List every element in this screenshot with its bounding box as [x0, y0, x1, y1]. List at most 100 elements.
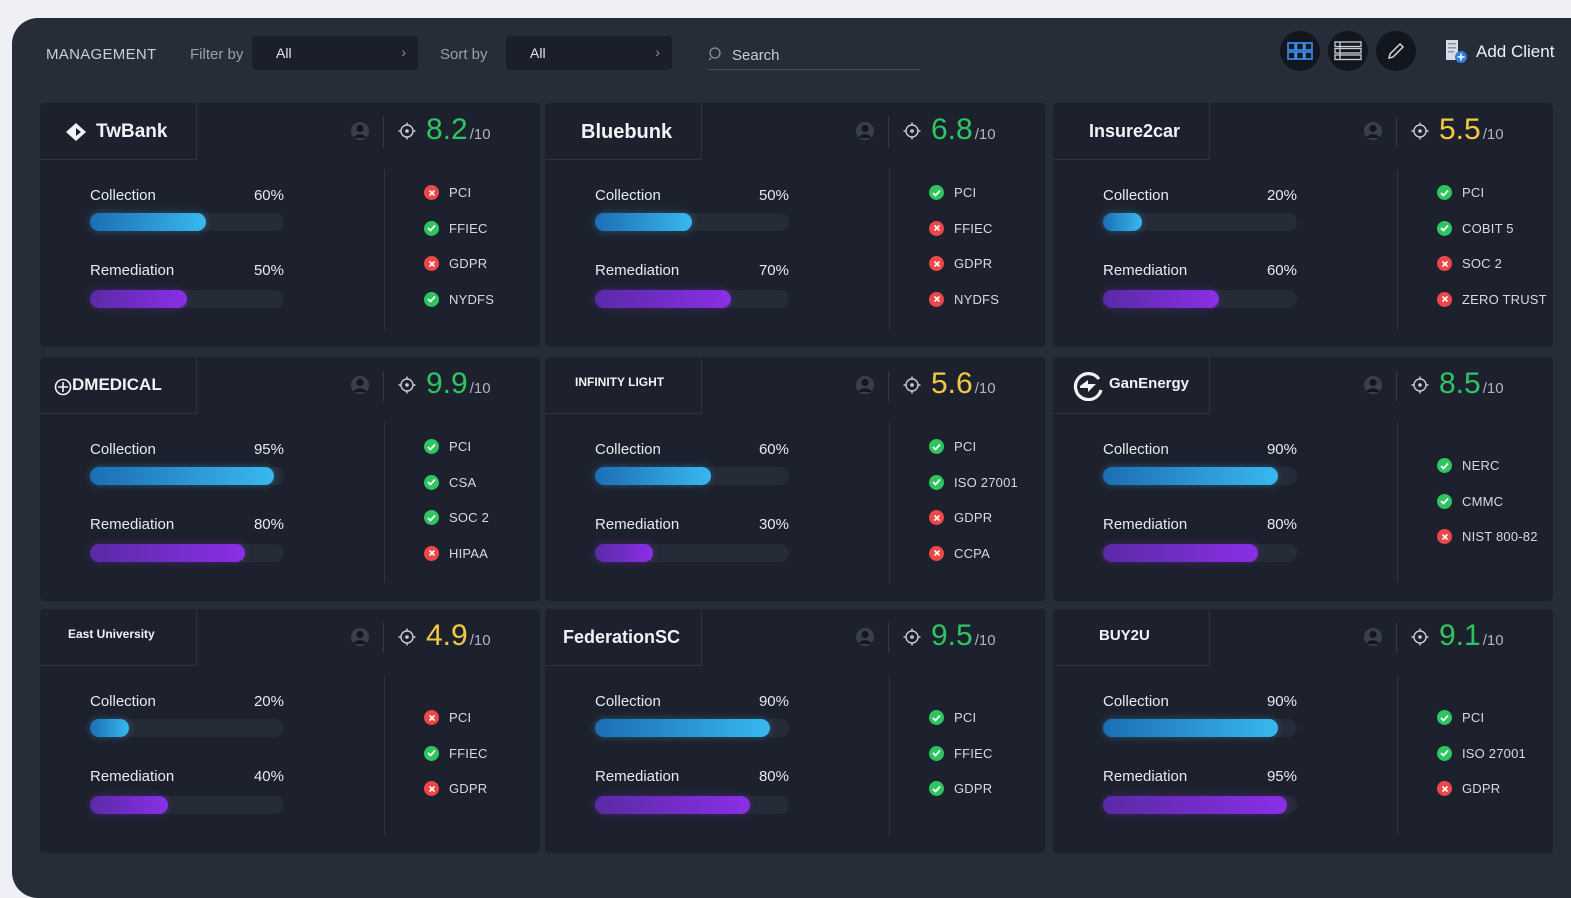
- client-logo: BUY2U: [1053, 609, 1210, 666]
- score-value: 9.1: [1439, 619, 1481, 652]
- client-logo-text: DMEDICAL: [72, 375, 162, 394]
- collection-progress-fill: [90, 719, 129, 737]
- client-logo-text: GanEnergy: [1109, 375, 1190, 392]
- framework-name: FFIEC: [449, 220, 488, 236]
- framework-name: NERC: [1462, 458, 1500, 473]
- user-avatar-icon[interactable]: [1364, 375, 1382, 395]
- client-card[interactable]: TwBank 8.2/10 Collection 60% Remediation…: [40, 103, 540, 347]
- remediation-label: Remediation: [90, 516, 175, 533]
- collection-label: Collection: [595, 187, 661, 204]
- header-divider: [383, 623, 384, 653]
- check-circle-icon: [1437, 745, 1452, 761]
- score-value: 9.9: [426, 367, 468, 400]
- add-client-button[interactable]: Add Client: [1444, 38, 1554, 66]
- collection-progress-bar: [595, 213, 789, 231]
- remediation-label: Remediation: [1103, 262, 1188, 279]
- framework-item: CCPA: [929, 545, 990, 561]
- client-logo-text: East University: [68, 627, 155, 641]
- framework-item: CSA: [424, 474, 477, 490]
- user-avatar-icon[interactable]: [351, 627, 369, 647]
- framework-item: FFIEC: [929, 745, 993, 761]
- framework-name: GDPR: [954, 510, 993, 525]
- framework-name: SOC 2: [449, 510, 490, 525]
- remediation-label: Remediation: [595, 516, 680, 533]
- client-card[interactable]: East University 4.9/10 Collection 20% Re…: [40, 609, 540, 853]
- grid-view-button[interactable]: [1280, 31, 1320, 71]
- remediation-progress-bar: [90, 290, 284, 308]
- sort-select[interactable]: All ›: [506, 36, 672, 70]
- framework-name: FFIEC: [954, 220, 993, 236]
- check-circle-icon: [929, 185, 944, 200]
- search-icon: [708, 47, 721, 61]
- x-circle-icon: [1437, 291, 1452, 307]
- framework-name: HIPAA: [449, 545, 489, 561]
- client-card[interactable]: Bluebunk 6.8/10 Collection 50% Remediati…: [545, 103, 1045, 347]
- user-avatar-icon[interactable]: [1364, 627, 1382, 647]
- client-card[interactable]: FederationSC 9.5/10 Collection 90% Remed…: [545, 609, 1045, 853]
- collection-percent: 60%: [253, 187, 284, 204]
- list-view-button[interactable]: [1328, 31, 1368, 71]
- score-suffix: /10: [974, 632, 996, 649]
- framework-name: PCI: [449, 710, 472, 725]
- security-score: 4.9/10: [426, 619, 491, 653]
- collection-label: Collection: [1103, 187, 1169, 204]
- security-score: 5.5/10: [1439, 113, 1504, 147]
- header-divider: [888, 117, 889, 147]
- remediation-progress-fill: [90, 544, 246, 562]
- collection-percent: 90%: [758, 693, 789, 710]
- collection-percent: 20%: [253, 693, 284, 710]
- client-card[interactable]: GanEnergy 8.5/10 Collection 90% Remediat…: [1053, 357, 1553, 601]
- user-avatar-icon[interactable]: [856, 375, 874, 395]
- remediation-progress-fill: [1103, 544, 1259, 562]
- user-avatar-icon[interactable]: [1364, 121, 1382, 141]
- user-avatar-icon[interactable]: [856, 627, 874, 647]
- remediation-percent: 30%: [758, 516, 789, 533]
- check-circle-icon: [929, 745, 944, 761]
- framework-name: CCPA: [954, 545, 990, 561]
- collection-progress-fill: [1103, 213, 1142, 231]
- filter-select[interactable]: All ›: [252, 36, 418, 70]
- collection-progress-bar: [90, 719, 284, 737]
- target-icon: [398, 376, 416, 394]
- card-divider: [1397, 423, 1398, 583]
- collection-label: Collection: [90, 693, 156, 710]
- framework-name: CSA: [449, 474, 477, 490]
- client-card[interactable]: Insure2car 5.5/10 Collection 20% Remedia…: [1053, 103, 1553, 347]
- framework-name: FFIEC: [954, 745, 993, 761]
- user-avatar-icon[interactable]: [351, 121, 369, 141]
- framework-item: HIPAA: [424, 545, 489, 561]
- framework-item: NYDFS: [929, 291, 1000, 307]
- grid-icon: [1287, 42, 1313, 60]
- client-card[interactable]: DMEDICAL 9.9/10 Collection 95% Remediati…: [40, 357, 540, 601]
- card-divider: [1397, 675, 1398, 835]
- user-avatar-icon[interactable]: [351, 375, 369, 395]
- x-circle-icon: [929, 256, 944, 271]
- user-avatar-icon[interactable]: [856, 121, 874, 141]
- security-score: 8.5/10: [1439, 367, 1504, 401]
- x-circle-icon: [424, 545, 439, 561]
- header-divider: [383, 117, 384, 147]
- search-input[interactable]: Search: [708, 45, 920, 70]
- x-circle-icon: [929, 291, 944, 307]
- framework-name: ZERO TRUST: [1462, 291, 1547, 307]
- client-card[interactable]: INFINITY LIGHT 5.6/10 Collection 60% Rem…: [545, 357, 1045, 601]
- framework-name: NYDFS: [954, 291, 1000, 307]
- framework-item: FFIEC: [424, 220, 488, 236]
- collection-label: Collection: [595, 441, 661, 458]
- framework-name: PCI: [954, 710, 977, 725]
- framework-name: GDPR: [449, 256, 488, 271]
- remediation-percent: 80%: [1266, 516, 1297, 533]
- client-card[interactable]: BUY2U 9.1/10 Collection 90% Remediation: [1053, 609, 1553, 853]
- framework-name: COBIT 5: [1462, 220, 1514, 236]
- target-icon: [398, 122, 416, 140]
- client-logo: GanEnergy: [1053, 357, 1210, 414]
- score-value: 9.5: [931, 619, 973, 652]
- client-logo: Insure2car: [1053, 103, 1210, 160]
- target-icon: [903, 376, 921, 394]
- collection-progress-bar: [90, 467, 284, 485]
- remediation-label: Remediation: [595, 768, 680, 785]
- edit-button[interactable]: [1376, 31, 1416, 71]
- remediation-label: Remediation: [1103, 516, 1188, 533]
- score-suffix: /10: [974, 380, 996, 397]
- client-logo-text: Insure2car: [1089, 121, 1181, 141]
